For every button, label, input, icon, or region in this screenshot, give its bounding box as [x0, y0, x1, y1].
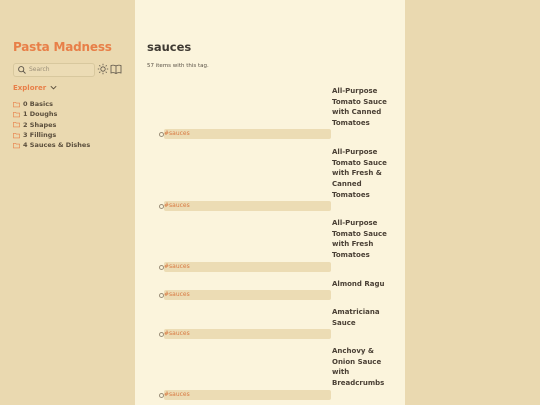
folder-item[interactable]: 0 Basics [13, 99, 90, 109]
note-link[interactable]: Anchovy & Onion Sauce with Breadcrumbs [332, 346, 394, 389]
note-link[interactable]: All-Purpose Tomato Sauce with Canned Tom… [332, 86, 394, 129]
tag-link[interactable]: #sauces [164, 290, 331, 300]
folder-label: 0 Basics [23, 100, 53, 109]
item-count: 57 items with this tag. [147, 63, 209, 69]
tag-link[interactable]: #sauces [164, 201, 331, 211]
search-input[interactable]: Search [13, 63, 95, 77]
right-sidebar [405, 0, 540, 405]
folder-item[interactable]: 4 Sauces & Dishes [13, 140, 90, 150]
site-title[interactable]: Pasta Madness [13, 40, 112, 54]
note-link[interactable]: All-Purpose Tomato Sauce with Fresh Toma… [332, 218, 394, 261]
tag-link[interactable]: #sauces [164, 329, 331, 339]
folder-item[interactable]: 2 Shapes [13, 120, 90, 130]
folder-icon [13, 101, 20, 107]
sun-icon[interactable] [97, 63, 109, 75]
main-content: sauces 57 items with this tag. All-Purpo… [135, 0, 405, 405]
explorer-folder-list: 0 Basics 1 Doughs 2 Shapes 3 Fillings 4 … [13, 99, 90, 150]
folder-label: 3 Fillings [23, 131, 57, 140]
tag-link[interactable]: #sauces [164, 129, 331, 139]
folder-icon [13, 142, 20, 149]
note-link[interactable]: All-Purpose Tomato Sauce with Fresh & Ca… [332, 147, 394, 201]
explorer-toggle[interactable]: Explorer [13, 83, 58, 92]
folder-icon [13, 122, 20, 128]
chevron-down-icon [50, 85, 57, 90]
folder-label: 4 Sauces & Dishes [23, 141, 91, 150]
page-title: sauces [147, 40, 192, 54]
folder-item[interactable]: 3 Fillings [13, 130, 90, 140]
folder-label: 1 Doughs [23, 110, 58, 119]
folder-label: 2 Shapes [23, 120, 57, 129]
folder-icon [13, 132, 20, 138]
search-placeholder: Search [29, 66, 50, 73]
book-open-icon[interactable] [110, 63, 122, 75]
search-icon [18, 66, 26, 74]
folder-item[interactable]: 1 Doughs [13, 109, 90, 119]
note-link[interactable]: Amatriciana Sauce [332, 307, 394, 328]
note-link[interactable]: Almond Ragu [332, 279, 394, 290]
tag-link[interactable]: #sauces [164, 390, 331, 400]
folder-icon [13, 111, 20, 118]
explorer-label: Explorer [13, 83, 47, 92]
left-sidebar: Pasta Madness Search Explorer 0 Basics 1… [0, 0, 135, 405]
tag-link[interactable]: #sauces [164, 262, 331, 272]
